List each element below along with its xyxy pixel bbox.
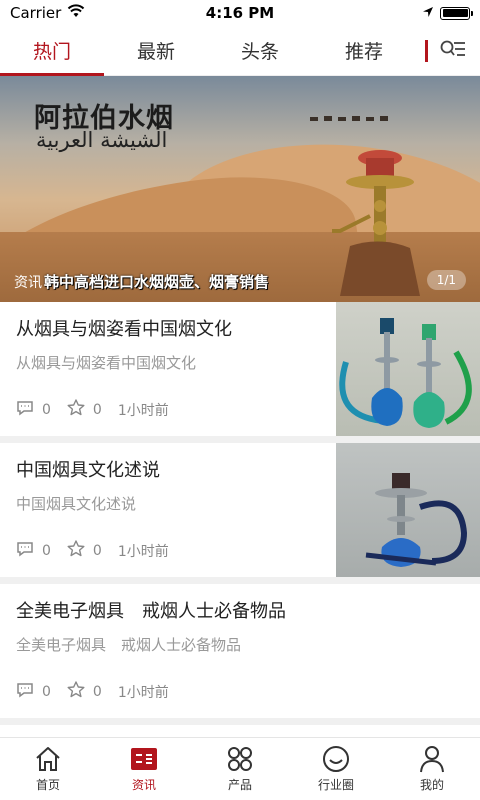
news-icon xyxy=(130,745,158,773)
camel-caravan-icon xyxy=(310,112,430,127)
article-item[interactable]: 从烟具与烟姿看中国烟文化 从烟具与烟姿看中国烟文化 0 0 1小时前 xyxy=(0,302,480,436)
article-meta: 0 0 1小时前 xyxy=(16,540,169,561)
article-thumbnail[interactable] xyxy=(336,443,480,577)
home-icon xyxy=(34,745,62,773)
caption-text: 韩中高档进口水烟烟壶、烟膏销售 xyxy=(44,273,270,291)
category-list-icon[interactable] xyxy=(440,38,466,64)
top-tab-bar: 热门 最新 头条 推荐 xyxy=(0,26,480,76)
article-time: 1小时前 xyxy=(117,684,169,701)
article-subtitle: 全美电子烟具 戒烟人士必备物品 xyxy=(16,636,242,654)
wifi-icon xyxy=(67,4,85,22)
battery-fill xyxy=(442,9,468,17)
nav-label: 产品 xyxy=(227,778,252,792)
nav-label: 首页 xyxy=(35,778,60,792)
article-subtitle: 中国烟具文化述说 xyxy=(16,495,137,513)
article-meta: 0 0 1小时前 xyxy=(16,681,169,702)
nav-news[interactable]: 资讯 xyxy=(96,738,192,800)
hookah-photo xyxy=(339,318,472,428)
like-count[interactable]: 0 xyxy=(67,540,102,561)
nav-label: 资讯 xyxy=(131,778,156,792)
status-left: Carrier xyxy=(10,4,85,22)
article-separator xyxy=(0,718,480,725)
tab-label: 热门 xyxy=(32,41,71,63)
bottom-tab-bar: 首页 资讯 产品 行业圈 我的 xyxy=(0,737,480,800)
nav-home[interactable]: 首页 xyxy=(0,738,96,800)
tab-headlines[interactable]: 头条 xyxy=(208,26,312,75)
tab-recommended[interactable]: 推荐 xyxy=(312,26,416,75)
nav-mine[interactable]: 我的 xyxy=(384,738,480,800)
article-meta: 0 0 1小时前 xyxy=(16,399,169,420)
banner-pager: 1/1 xyxy=(426,270,466,290)
user-icon xyxy=(418,745,446,773)
status-right xyxy=(422,4,473,22)
like-count-value: 0 xyxy=(92,542,102,559)
comment-count[interactable]: 0 xyxy=(16,682,51,702)
tab-label: 推荐 xyxy=(344,41,383,63)
article-separator xyxy=(0,577,480,584)
article-thumbnail[interactable] xyxy=(336,302,480,436)
comment-count-value: 0 xyxy=(42,401,51,418)
carrier-label: Carrier xyxy=(10,4,62,22)
comment-icon xyxy=(16,400,34,420)
article-time: 1小时前 xyxy=(117,402,169,419)
article-title: 全美电子烟具 戒烟人士必备物品 xyxy=(16,601,286,622)
caption-tag: 资讯 xyxy=(14,274,42,291)
like-count-value: 0 xyxy=(92,401,102,418)
hookah-photo xyxy=(365,473,468,567)
comment-count-value: 0 xyxy=(42,683,51,700)
comment-count-value: 0 xyxy=(42,542,51,559)
banner-carousel[interactable]: 阿拉伯水烟 الشيشة العربية 资讯 韩中高档进口水烟烟壶、烟膏销售 … xyxy=(0,76,480,302)
article-body: 全美电子烟具 戒烟人士必备物品 全美电子烟具 戒烟人士必备物品 0 0 1小时前 xyxy=(0,584,480,718)
article-body: 中国烟具文化述说 中国烟具文化述说 0 0 1小时前 xyxy=(0,443,336,577)
article-title: 从烟具与烟姿看中国烟文化 xyxy=(16,319,232,340)
article-body: 从烟具与烟姿看中国烟文化 从烟具与烟姿看中国烟文化 0 0 1小时前 xyxy=(0,302,336,436)
banner-caption: 资讯 韩中高档进口水烟烟壶、烟膏销售 xyxy=(0,271,480,292)
tab-label: 最新 xyxy=(136,41,175,63)
tab-menu-area xyxy=(416,26,480,75)
nav-label: 行业圈 xyxy=(317,778,354,792)
star-icon xyxy=(67,399,85,420)
tab-label: 头条 xyxy=(240,41,279,63)
like-count[interactable]: 0 xyxy=(67,399,102,420)
tab-divider xyxy=(425,39,428,62)
comment-icon xyxy=(16,682,34,702)
banner-subtitle: الشيشة العربية xyxy=(36,128,168,152)
article-separator xyxy=(0,436,480,443)
grid-icon xyxy=(226,745,254,773)
like-count[interactable]: 0 xyxy=(67,681,102,702)
comment-count[interactable]: 0 xyxy=(16,400,51,420)
article-title: 中国烟具文化述说 xyxy=(16,460,160,481)
comment-count[interactable]: 0 xyxy=(16,541,51,561)
battery-icon xyxy=(440,6,473,20)
smile-icon xyxy=(322,745,350,773)
article-time: 1小时前 xyxy=(117,543,169,560)
star-icon xyxy=(67,540,85,561)
nav-products[interactable]: 产品 xyxy=(192,738,288,800)
location-arrow-icon xyxy=(422,4,434,22)
tab-hot[interactable]: 热门 xyxy=(0,26,104,76)
article-subtitle: 从烟具与烟姿看中国烟文化 xyxy=(16,354,197,372)
article-item[interactable]: 中国烟具文化述说 中国烟具文化述说 0 0 1小时前 xyxy=(0,443,480,577)
comment-icon xyxy=(16,541,34,561)
star-icon xyxy=(67,681,85,702)
like-count-value: 0 xyxy=(92,683,102,700)
tab-latest[interactable]: 最新 xyxy=(104,26,208,75)
article-item[interactable]: 全美电子烟具 戒烟人士必备物品 全美电子烟具 戒烟人士必备物品 0 0 1小时前 xyxy=(0,584,480,718)
nav-industry-circle[interactable]: 行业圈 xyxy=(288,738,384,800)
nav-label: 我的 xyxy=(419,778,444,792)
status-bar: Carrier 4:16 PM xyxy=(0,0,480,26)
